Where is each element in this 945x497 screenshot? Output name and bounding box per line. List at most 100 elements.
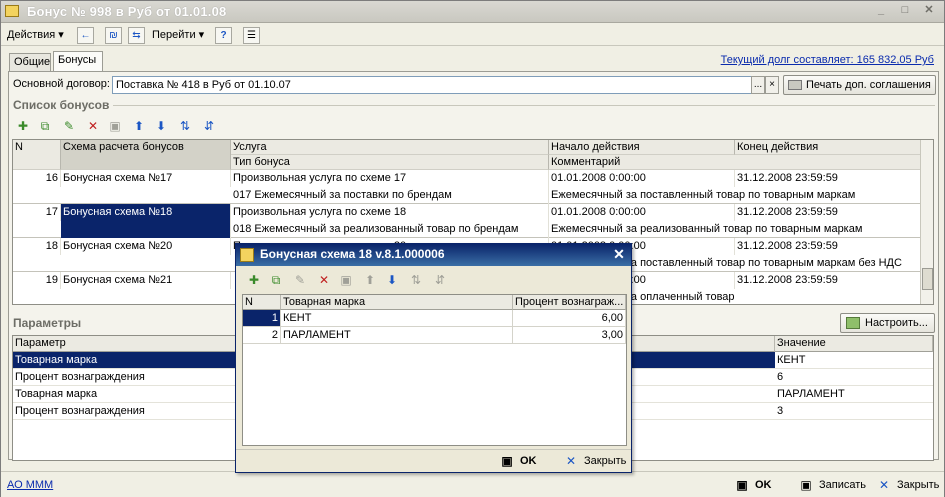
title-bar: Бонус № 998 в Руб от 01.01.08 _ □ ✕ [1,1,944,23]
tab-general[interactable]: Общие [9,53,51,71]
col-bonus-type[interactable]: Тип бонуса [231,155,549,170]
dialog-ok-label: OK [520,455,537,467]
sort-asc-icon[interactable]: ⇅ [177,118,193,134]
restore-button[interactable]: □ [897,4,913,18]
help-icon[interactable]: ? [215,27,232,44]
row-scheme: Бонусная схема №20 [61,238,231,255]
col-percent[interactable]: Процент вознаграж... [513,295,626,310]
sort-asc-icon[interactable]: ⇅ [408,272,424,288]
floppy-icon: ▣ [736,478,748,492]
goto-menu[interactable]: Перейти ▾ [152,27,204,43]
param-row-value[interactable]: КЕНТ [775,352,933,369]
row-comment: Ежемесячный за реализованный товар по то… [549,221,921,238]
move-up-icon[interactable]: ⬆ [131,118,147,134]
table-row[interactable]: 16 Бонусная схема №17 Произвольная услуг… [13,170,921,204]
bonus-table-scrollbar[interactable] [920,140,933,304]
row-brand: КЕНТ [281,310,513,326]
minimize-button[interactable]: _ [873,4,889,18]
col-comment[interactable]: Комментарий [549,155,921,170]
copy-row-icon[interactable]: ⧉ [37,118,53,134]
col-value[interactable]: Значение [775,336,933,352]
end-edit-icon[interactable]: ▣ [338,272,354,288]
bonus-list-title: Список бонусов [13,98,110,112]
add-row-icon[interactable]: ✚ [246,272,262,288]
print-agreement-button[interactable]: Печать доп. соглашения [783,75,936,95]
close-form-button[interactable]: ✕ Закрыть [875,476,939,494]
back-arrow-icon[interactable]: ← [77,27,94,44]
param-row-value[interactable]: ПАРЛАМЕНТ [775,386,933,403]
col-end[interactable]: Конец действия [735,140,921,155]
save-icon: ▣ [800,478,812,492]
add-row-icon[interactable]: ✚ [15,118,31,134]
edit-row-icon[interactable]: ✎ [292,272,308,288]
actions-menu[interactable]: Действия ▾ [7,27,64,43]
copy-row-icon[interactable]: ⧉ [268,272,284,288]
col-n[interactable]: N [243,295,281,310]
configure-label: Настроить... [865,317,928,329]
row-end: 31.12.2008 23:59:59 [735,238,921,255]
ao-link[interactable]: АО МММ [7,479,53,491]
dialog-ok-button[interactable]: ▣ OK [498,452,537,470]
table-row[interactable]: 17 Бонусная схема №18 Произвольная услуг… [13,204,921,238]
dialog-close-label: Закрыть [584,455,627,467]
param-row-value[interactable]: 3 [775,403,933,420]
move-up-icon[interactable]: ⬆ [362,272,378,288]
document-icon [5,5,19,17]
close-button[interactable]: ✕ [921,4,937,18]
row-type: 018 Ежемесячный за реализованный товар п… [231,221,549,238]
floppy-icon: ▣ [501,454,513,468]
row-scheme-selected: Бонусная схема №18 [61,204,231,238]
param-row-value[interactable]: 6 [775,369,933,386]
sort-desc-icon[interactable]: ⇵ [432,272,448,288]
row-n: 19 [13,272,61,289]
current-debt-link[interactable]: Текущий долг составляет: 165 832,05 Руб [721,54,934,66]
save-button[interactable]: ▣ Записать [797,476,866,494]
scrollbar-thumb[interactable] [922,268,933,290]
dialog-footer-divider [236,449,631,450]
row-n: 1 [243,310,281,326]
printer-icon [788,80,802,90]
col-start[interactable]: Начало действия [549,140,735,155]
col-n[interactable]: N [13,140,61,170]
end-edit-icon[interactable]: ▣ [107,118,123,134]
sort-desc-icon[interactable]: ⇵ [201,118,217,134]
col-brand[interactable]: Товарная марка [281,295,513,310]
dialog-title: Бонусная схема 18 v.8.1.000006 [260,247,445,261]
move-down-icon[interactable]: ⬇ [153,118,169,134]
configure-button[interactable]: Настроить... [840,313,935,333]
ok-label: OK [755,479,772,491]
dialog-title-bar: Бонусная схема 18 v.8.1.000006 ✕ [236,244,631,266]
ok-button[interactable]: ▣ OK [733,476,772,494]
contract-label: Основной договор: [13,78,110,90]
tab-bonuses[interactable]: Бонусы [53,51,103,71]
select-contract-button[interactable]: ... [751,76,765,94]
col-scheme[interactable]: Схема расчета бонусов [61,140,231,170]
row-brand: ПАРЛАМЕНТ [281,327,513,343]
col-service[interactable]: Услуга [231,140,549,155]
status-bar: АО МММ ▣ OK ▣ Записать ✕ Закрыть [1,471,944,497]
bonus-list-divider [113,105,935,106]
delete-row-icon[interactable]: ✕ [85,118,101,134]
row-start: 01.01.2008 0:00:00 [549,204,735,221]
dialog-close-form-button[interactable]: ✕ Закрыть [562,452,626,470]
row-n: 16 [13,170,61,187]
delete-row-icon[interactable]: ✕ [316,272,332,288]
table-row[interactable]: 2 ПАРЛАМЕНТ 3,00 [243,327,626,344]
struct-icon[interactable]: ₪ [105,27,122,44]
bonus-scheme-dialog: Бонусная схема 18 v.8.1.000006 ✕ ✚ ⧉ ✎ ✕… [235,243,632,473]
close-x-icon: ✕ [565,454,577,468]
settings-icon [846,317,860,329]
row-scheme: Бонусная схема №21 [61,272,231,289]
list-icon[interactable]: ☰ [243,27,260,44]
dialog-toolbar: ✚ ⧉ ✎ ✕ ▣ ⬆ ⬇ ⇅ ⇵ [246,272,456,290]
clear-contract-button[interactable]: × [765,76,779,94]
move-down-icon[interactable]: ⬇ [384,272,400,288]
contract-input[interactable]: Поставка № 418 в Руб от 01.10.07 [112,76,752,94]
table-row[interactable]: 1 КЕНТ 6,00 [243,310,626,327]
row-comment: Ежемесячный за поставленный товар по тов… [549,187,921,204]
brand-table: N Товарная марка Процент вознаграж... 1 … [242,294,627,446]
refresh-icon[interactable]: ⇆ [128,27,145,44]
dialog-close-button[interactable]: ✕ [611,246,627,262]
edit-row-icon[interactable]: ✎ [61,118,77,134]
dialog-form-icon [240,248,254,262]
